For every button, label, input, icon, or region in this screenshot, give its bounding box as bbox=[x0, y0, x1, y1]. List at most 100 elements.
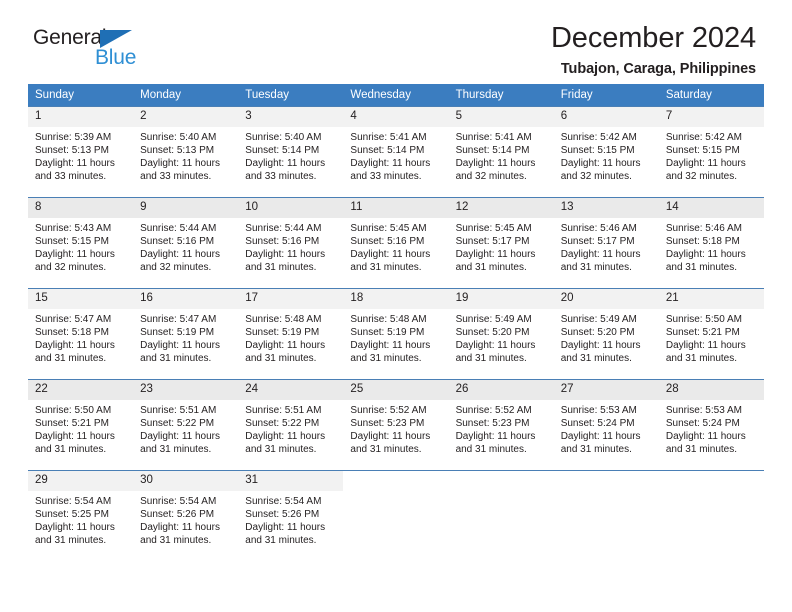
day-cell-inner: 5 Sunrise: 5:41 AM Sunset: 5:14 PM Daylight… bbox=[448, 107, 554, 197]
day-cell-inner: 24 Sunrise: 5:51 AM Sunset: 5:22 PM Dayligh… bbox=[238, 380, 344, 470]
calendar-day-cell[interactable]: 8 Sunrise: 5:43 AM Sunset: 5:15 PM Daylight… bbox=[28, 197, 134, 289]
detail-sunset: Sunset: 5:22 PM bbox=[245, 417, 320, 429]
day-number: 16 bbox=[133, 289, 239, 309]
detail-daylight-line1: Daylight: 11 hours bbox=[140, 157, 220, 169]
calendar-day-cell[interactable]: 22 Sunrise: 5:50 AM Sunset: 5:21 PM Dayligh… bbox=[28, 379, 134, 471]
calendar-day-cell[interactable]: 25 Sunrise: 5:52 AM Sunset: 5:23 PM Dayligh… bbox=[343, 379, 449, 471]
day-cell-inner bbox=[659, 471, 764, 561]
calendar-day-cell[interactable]: 26 Sunrise: 5:52 AM Sunset: 5:23 PM Dayligh… bbox=[448, 379, 554, 471]
detail-daylight-line2: and 31 minutes. bbox=[245, 535, 317, 547]
detail-daylight-line2: and 31 minutes. bbox=[665, 444, 738, 456]
calendar-day-cell[interactable]: 23 Sunrise: 5:51 AM Sunset: 5:22 PM Dayligh… bbox=[133, 379, 239, 471]
day-number: 8 bbox=[28, 198, 134, 218]
detail-sunset: Sunset: 5:26 PM bbox=[245, 508, 320, 520]
day-details: Sunrise: 5:54 AM Sunset: 5:26 PM Daylight:… bbox=[133, 491, 238, 548]
day-number: 9 bbox=[133, 198, 239, 218]
detail-sunset: Sunset: 5:19 PM bbox=[350, 326, 425, 338]
day-cell-inner: 18 Sunrise: 5:48 AM Sunset: 5:19 PM Dayligh… bbox=[343, 289, 449, 379]
calendar-day-cell[interactable]: 6 Sunrise: 5:42 AM Sunset: 5:15 PM Daylight… bbox=[553, 106, 659, 198]
detail-daylight-line2: and 32 minutes. bbox=[665, 171, 738, 183]
detail-daylight-line1: Daylight: 11 hours bbox=[455, 430, 536, 442]
detail-daylight-line1: Daylight: 11 hours bbox=[140, 339, 220, 351]
calendar-day-cell[interactable]: 5 Sunrise: 5:41 AM Sunset: 5:14 PM Daylight… bbox=[448, 106, 554, 198]
detail-daylight-line1: Daylight: 11 hours bbox=[665, 157, 746, 169]
detail-daylight-line1: Daylight: 11 hours bbox=[35, 430, 115, 442]
calendar-day-cell[interactable]: 30 Sunrise: 5:54 AM Sunset: 5:26 PM Dayligh… bbox=[133, 470, 239, 561]
detail-sunrise: Sunrise: 5:52 AM bbox=[455, 404, 532, 416]
day-details: Sunrise: 5:46 AM Sunset: 5:18 PM Daylight:… bbox=[659, 218, 764, 275]
calendar-day-cell[interactable]: 4 Sunrise: 5:41 AM Sunset: 5:14 PM Daylight… bbox=[343, 106, 449, 198]
day-cell-inner: 3 Sunrise: 5:40 AM Sunset: 5:14 PM Daylight… bbox=[238, 107, 344, 197]
day-number bbox=[659, 471, 764, 479]
detail-daylight-line1: Daylight: 11 hours bbox=[350, 157, 431, 169]
calendar-day-cell[interactable]: 2 Sunrise: 5:40 AM Sunset: 5:13 PM Daylight… bbox=[133, 106, 239, 198]
calendar-day-cell[interactable]: 18 Sunrise: 5:48 AM Sunset: 5:19 PM Dayligh… bbox=[343, 288, 449, 380]
day-number: 13 bbox=[553, 198, 659, 218]
day-cell-inner bbox=[554, 471, 659, 561]
day-cell-inner: 1 Sunrise: 5:39 AM Sunset: 5:13 PM Daylight… bbox=[28, 107, 134, 197]
generalblue-logo[interactable]: General Blue bbox=[33, 26, 183, 78]
detail-sunrise: Sunrise: 5:44 AM bbox=[245, 222, 322, 234]
calendar-day-cell[interactable]: 7 Sunrise: 5:42 AM Sunset: 5:15 PM Daylight… bbox=[658, 106, 764, 198]
day-cell-inner: 21 Sunrise: 5:50 AM Sunset: 5:21 PM Dayligh… bbox=[658, 289, 764, 379]
detail-daylight-line1: Daylight: 11 hours bbox=[455, 157, 536, 169]
column-header-monday: Monday bbox=[133, 84, 239, 107]
calendar-day-cell[interactable]: 12 Sunrise: 5:45 AM Sunset: 5:17 PM Dayligh… bbox=[448, 197, 554, 289]
day-details: Sunrise: 5:40 AM Sunset: 5:14 PM Daylight:… bbox=[238, 127, 343, 184]
day-details: Sunrise: 5:48 AM Sunset: 5:19 PM Daylight:… bbox=[343, 309, 448, 366]
detail-daylight-line1: Daylight: 11 hours bbox=[560, 430, 641, 442]
calendar-day-cell[interactable]: 13 Sunrise: 5:46 AM Sunset: 5:17 PM Dayligh… bbox=[553, 197, 659, 289]
calendar-day-cell[interactable]: 21 Sunrise: 5:50 AM Sunset: 5:21 PM Dayligh… bbox=[658, 288, 764, 380]
calendar-day-cell[interactable]: 14 Sunrise: 5:46 AM Sunset: 5:18 PM Dayligh… bbox=[658, 197, 764, 289]
calendar-day-cell[interactable]: 1 Sunrise: 5:39 AM Sunset: 5:13 PM Daylight… bbox=[28, 106, 134, 198]
calendar-day-cell[interactable]: 20 Sunrise: 5:49 AM Sunset: 5:20 PM Dayligh… bbox=[553, 288, 659, 380]
detail-daylight-line1: Daylight: 11 hours bbox=[245, 430, 326, 442]
detail-daylight-line1: Daylight: 11 hours bbox=[665, 248, 746, 260]
day-number bbox=[449, 471, 554, 479]
detail-sunset: Sunset: 5:23 PM bbox=[350, 417, 425, 429]
detail-daylight-line2: and 33 minutes. bbox=[350, 171, 422, 183]
detail-sunset: Sunset: 5:14 PM bbox=[350, 144, 425, 156]
day-details: Sunrise: 5:53 AM Sunset: 5:24 PM Daylight:… bbox=[659, 400, 764, 457]
detail-daylight-line2: and 31 minutes. bbox=[455, 262, 527, 274]
detail-sunrise: Sunrise: 5:54 AM bbox=[35, 495, 112, 507]
day-number: 15 bbox=[28, 289, 134, 309]
calendar-day-cell[interactable]: 9 Sunrise: 5:44 AM Sunset: 5:16 PM Daylight… bbox=[133, 197, 239, 289]
detail-daylight-line2: and 31 minutes. bbox=[560, 262, 632, 274]
detail-sunrise: Sunrise: 5:53 AM bbox=[560, 404, 637, 416]
day-number: 23 bbox=[133, 380, 239, 400]
day-details: Sunrise: 5:44 AM Sunset: 5:16 PM Daylight:… bbox=[133, 218, 238, 275]
calendar-day-cell[interactable]: 29 Sunrise: 5:54 AM Sunset: 5:25 PM Dayligh… bbox=[28, 470, 134, 561]
detail-daylight-line1: Daylight: 11 hours bbox=[560, 339, 641, 351]
calendar-week-row: 8 Sunrise: 5:43 AM Sunset: 5:15 PM Daylight… bbox=[28, 197, 764, 289]
detail-sunset: Sunset: 5:16 PM bbox=[350, 235, 425, 247]
calendar-day-cell[interactable]: 16 Sunrise: 5:47 AM Sunset: 5:19 PM Dayligh… bbox=[133, 288, 239, 380]
calendar-week-row: 15 Sunrise: 5:47 AM Sunset: 5:18 PM Dayligh… bbox=[28, 288, 764, 380]
detail-sunset: Sunset: 5:25 PM bbox=[35, 508, 109, 520]
detail-sunrise: Sunrise: 5:49 AM bbox=[560, 313, 637, 325]
calendar-day-cell[interactable]: 28 Sunrise: 5:53 AM Sunset: 5:24 PM Dayligh… bbox=[658, 379, 764, 471]
day-cell-inner: 22 Sunrise: 5:50 AM Sunset: 5:21 PM Dayligh… bbox=[28, 380, 134, 470]
day-details bbox=[449, 479, 554, 483]
day-details: Sunrise: 5:45 AM Sunset: 5:17 PM Daylight:… bbox=[449, 218, 554, 275]
calendar-day-cell[interactable]: 31 Sunrise: 5:54 AM Sunset: 5:26 PM Dayligh… bbox=[238, 470, 344, 561]
day-number: 20 bbox=[553, 289, 659, 309]
detail-sunset: Sunset: 5:14 PM bbox=[455, 144, 530, 156]
detail-sunset: Sunset: 5:21 PM bbox=[35, 417, 109, 429]
day-details: Sunrise: 5:52 AM Sunset: 5:23 PM Daylight:… bbox=[449, 400, 554, 457]
calendar-day-cell[interactable]: 15 Sunrise: 5:47 AM Sunset: 5:18 PM Dayligh… bbox=[28, 288, 134, 380]
detail-daylight-line2: and 31 minutes. bbox=[560, 444, 632, 456]
detail-sunrise: Sunrise: 5:51 AM bbox=[245, 404, 322, 416]
day-details: Sunrise: 5:41 AM Sunset: 5:14 PM Daylight:… bbox=[449, 127, 554, 184]
calendar-day-cell[interactable]: 3 Sunrise: 5:40 AM Sunset: 5:14 PM Daylight… bbox=[238, 106, 344, 198]
calendar-day-cell[interactable]: 17 Sunrise: 5:48 AM Sunset: 5:19 PM Dayligh… bbox=[238, 288, 344, 380]
day-cell-inner: 4 Sunrise: 5:41 AM Sunset: 5:14 PM Daylight… bbox=[343, 107, 449, 197]
calendar-day-cell[interactable]: 19 Sunrise: 5:49 AM Sunset: 5:20 PM Dayligh… bbox=[448, 288, 554, 380]
calendar-day-cell[interactable]: 27 Sunrise: 5:53 AM Sunset: 5:24 PM Dayligh… bbox=[553, 379, 659, 471]
calendar-day-cell[interactable]: 10 Sunrise: 5:44 AM Sunset: 5:16 PM Dayligh… bbox=[238, 197, 344, 289]
calendar-day-cell[interactable]: 24 Sunrise: 5:51 AM Sunset: 5:22 PM Dayligh… bbox=[238, 379, 344, 471]
day-number: 25 bbox=[343, 380, 449, 400]
calendar-day-cell[interactable]: 11 Sunrise: 5:45 AM Sunset: 5:16 PM Dayligh… bbox=[343, 197, 449, 289]
detail-daylight-line1: Daylight: 11 hours bbox=[35, 521, 115, 533]
day-cell-inner: 12 Sunrise: 5:45 AM Sunset: 5:17 PM Dayligh… bbox=[448, 198, 554, 288]
